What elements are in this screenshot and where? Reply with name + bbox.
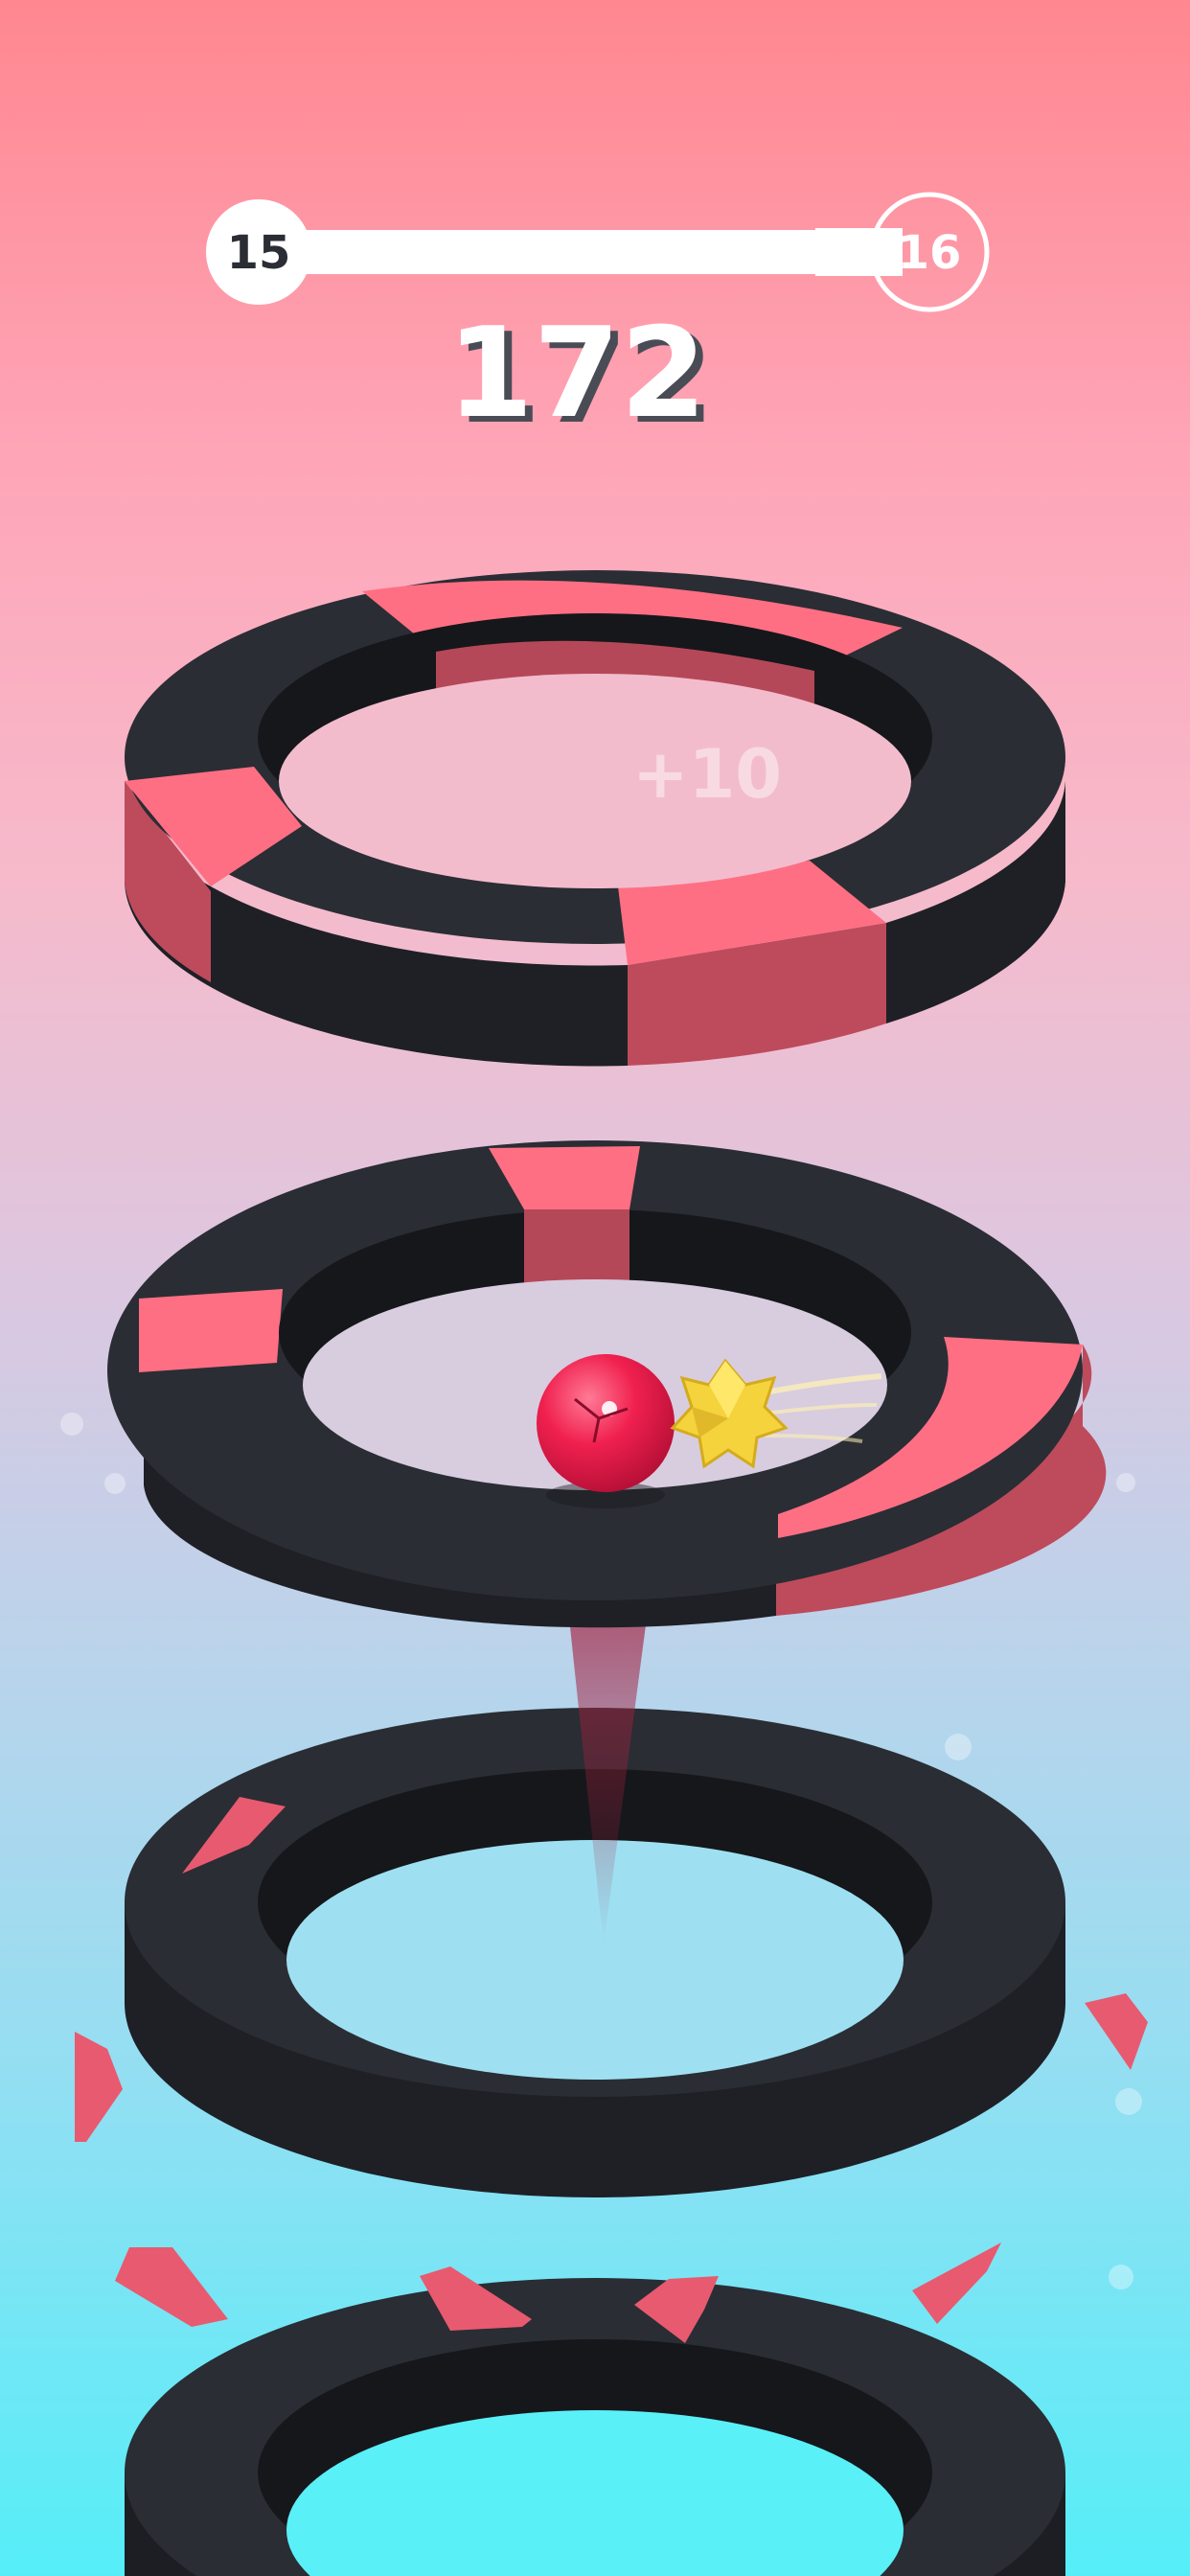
ring-top xyxy=(125,570,1065,1067)
current-level-number: 15 xyxy=(227,226,291,280)
game-stage[interactable]: 15 16 172 172 +10 xyxy=(0,0,1190,2576)
bonus-points-popup: +10 xyxy=(632,735,782,814)
score-counter: 172 xyxy=(446,300,706,446)
level-progress-bar xyxy=(206,192,990,312)
game-scene[interactable]: 15 16 172 172 +10 xyxy=(0,0,1190,2576)
ring-bottom xyxy=(125,2278,1065,2576)
next-level-number: 16 xyxy=(898,226,962,280)
